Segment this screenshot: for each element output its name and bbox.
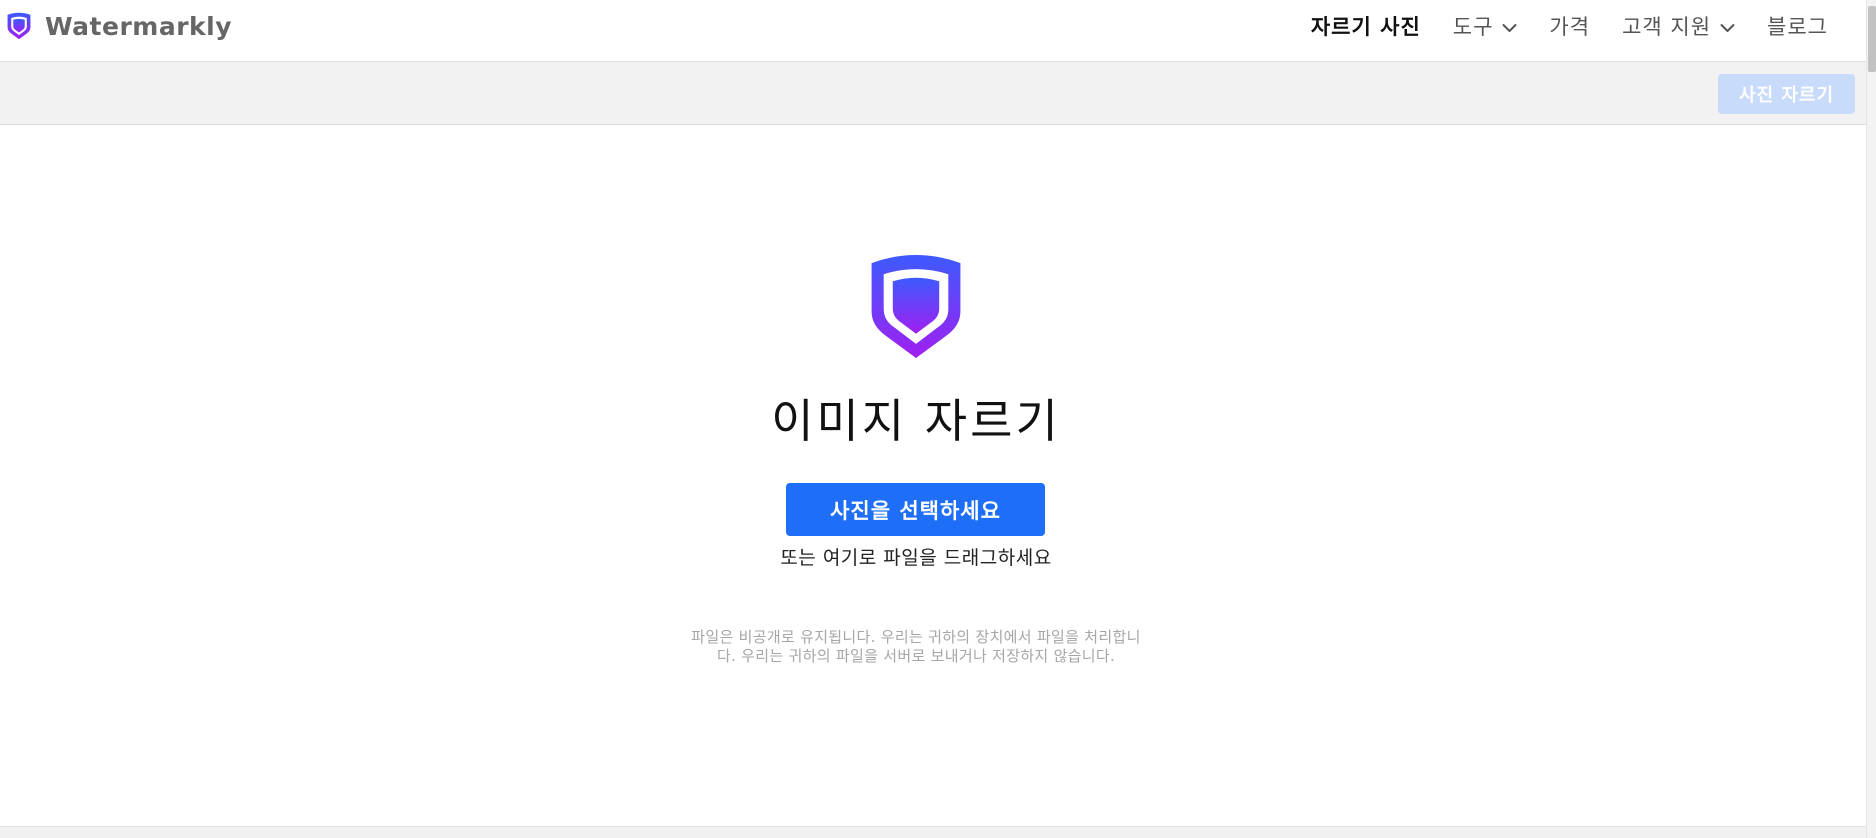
crop-photo-button[interactable]: 사진 자르기	[1718, 74, 1855, 114]
nav-item-pricing[interactable]: 가격	[1549, 11, 1590, 41]
nav-item-blog[interactable]: 블로그	[1767, 11, 1828, 41]
file-drop-zone[interactable]: 이미지 자르기 사진을 선택하세요 또는 여기로 파일을 드래그하세요 파일은 …	[0, 125, 1866, 826]
nav-item-crop-photo[interactable]: 자르기 사진	[1311, 11, 1421, 41]
editor-toolbar: 사진 자르기	[0, 62, 1866, 125]
nav-item-tools[interactable]: 도구	[1453, 11, 1518, 41]
top-navbar: Watermarkly 자르기 사진 도구 가격 고객 지원 블로그	[0, 0, 1866, 62]
app-page: Watermarkly 자르기 사진 도구 가격 고객 지원 블로그 사진 자르…	[0, 0, 1876, 838]
scrollbar-thumb[interactable]	[1868, 6, 1876, 72]
drag-drop-hint: 또는 여기로 파일을 드래그하세요	[780, 547, 1052, 569]
shield-logo-icon	[871, 255, 961, 358]
page-bottom-edge	[0, 826, 1866, 838]
nav-item-label: 고객 지원	[1622, 15, 1712, 39]
vertical-scrollbar[interactable]	[1866, 0, 1876, 838]
nav-item-label: 자르기 사진	[1310, 15, 1421, 39]
chevron-down-icon	[1502, 23, 1517, 32]
brand-home-link[interactable]: Watermarkly	[6, 11, 232, 41]
nav-item-support[interactable]: 고객 지원	[1622, 11, 1735, 41]
privacy-notice: 파일은 비공개로 유지됩니다. 우리는 귀하의 장치에서 파일을 처리합니다. …	[691, 628, 1141, 665]
main-nav: 자르기 사진 도구 가격 고객 지원 블로그	[1279, 10, 1828, 42]
chevron-down-icon	[1720, 23, 1735, 32]
page-title: 이미지 자르기	[771, 394, 1061, 448]
nav-item-label: 도구	[1452, 15, 1494, 39]
select-photo-button[interactable]: 사진을 선택하세요	[786, 483, 1045, 536]
shield-logo-icon	[7, 12, 31, 40]
nav-item-label: 블로그	[1767, 15, 1828, 39]
nav-item-label: 가격	[1549, 15, 1591, 39]
brand-name: Watermarkly	[45, 11, 233, 41]
